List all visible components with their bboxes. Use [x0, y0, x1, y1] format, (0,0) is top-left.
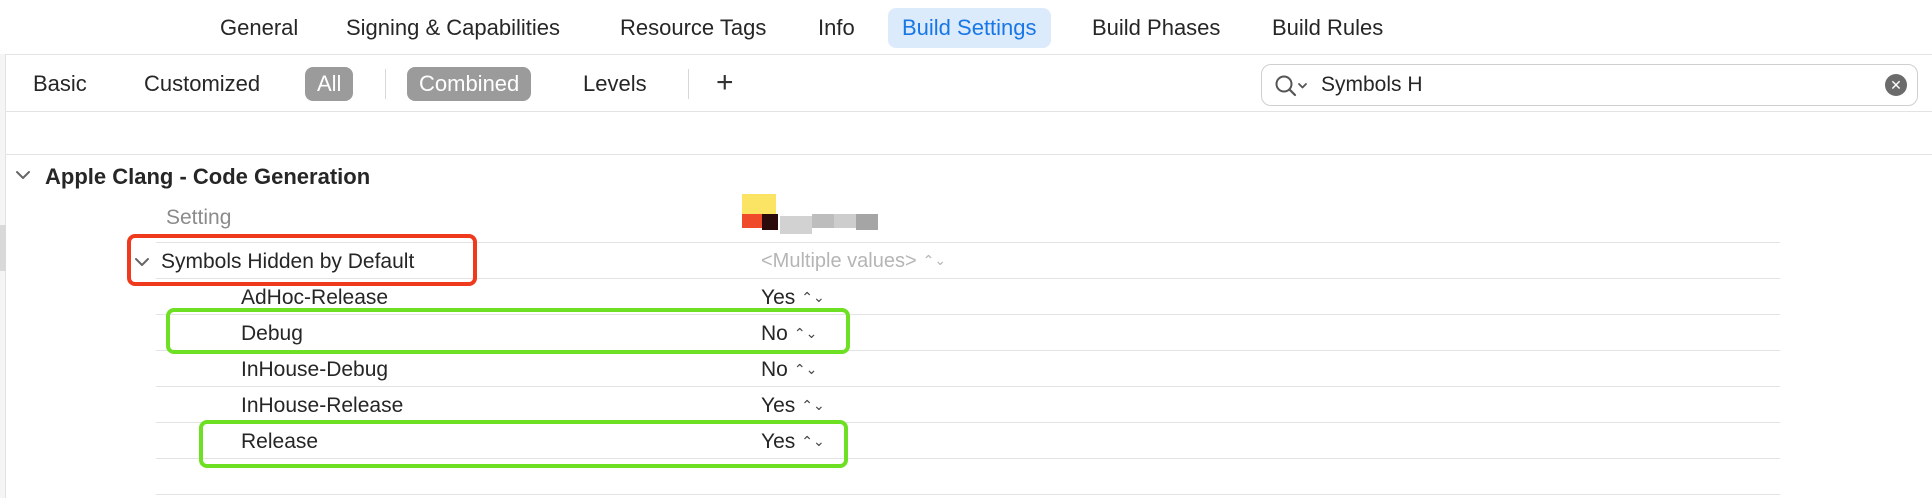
- filter-customized-button[interactable]: Customized: [144, 67, 260, 101]
- filter-divider: [385, 69, 386, 99]
- config-value-popup[interactable]: No ⌃⌄: [761, 358, 817, 382]
- highlight-box-green: [199, 420, 848, 468]
- section-divider: [6, 154, 1932, 155]
- filter-divider: [688, 69, 689, 99]
- stepper-icon: ⌃⌄: [801, 397, 825, 413]
- stepper-icon: ⌃⌄: [922, 252, 947, 268]
- config-label: InHouse-Debug: [241, 358, 389, 381]
- magnifying-glass-icon[interactable]: [1274, 73, 1310, 99]
- clear-icon[interactable]: ✕: [1885, 74, 1907, 96]
- tab-build-phases[interactable]: Build Phases: [1078, 8, 1234, 48]
- chevron-down-icon[interactable]: [14, 168, 32, 182]
- tab-signing-capabilities[interactable]: Signing & Capabilities: [332, 8, 574, 48]
- view-combined-button[interactable]: Combined: [407, 67, 532, 101]
- config-value-popup[interactable]: Yes ⌃⌄: [761, 286, 825, 310]
- editor-tab-bar: General Signing & Capabilities Resource …: [0, 0, 1932, 54]
- filter-basic-button[interactable]: Basic: [33, 67, 87, 101]
- tab-build-rules[interactable]: Build Rules: [1258, 8, 1397, 48]
- row-divider: [156, 386, 1780, 387]
- target-icon: [740, 194, 882, 236]
- stepper-icon: ⌃⌄: [801, 289, 825, 305]
- section-title[interactable]: Apple Clang - Code Generation: [45, 164, 370, 190]
- left-panel-marker: [0, 225, 6, 271]
- search-field[interactable]: Symbols H ✕: [1261, 64, 1918, 106]
- tab-resource-tags[interactable]: Resource Tags: [606, 8, 780, 48]
- add-setting-button[interactable]: +: [716, 63, 734, 103]
- filter-all-button[interactable]: All: [305, 67, 354, 101]
- search-input[interactable]: Symbols H: [1321, 65, 1423, 105]
- highlight-box-green: [166, 308, 850, 354]
- tab-info[interactable]: Info: [804, 8, 869, 48]
- tab-build-settings[interactable]: Build Settings: [888, 8, 1051, 48]
- config-label: InHouse-Release: [241, 394, 404, 417]
- column-header-setting: Setting: [166, 206, 232, 229]
- setting-multiple-values-popup[interactable]: <Multiple values> ⌃⌄: [761, 250, 946, 273]
- left-panel-edge: [0, 54, 6, 498]
- highlight-box-red: [127, 234, 477, 286]
- view-levels-button[interactable]: Levels: [583, 67, 647, 101]
- config-label: AdHoc-Release: [241, 286, 389, 309]
- tab-general[interactable]: General: [206, 8, 312, 48]
- config-value-popup[interactable]: Yes ⌃⌄: [761, 394, 825, 418]
- stepper-icon: ⌃⌄: [793, 361, 818, 377]
- row-divider: [156, 494, 1780, 495]
